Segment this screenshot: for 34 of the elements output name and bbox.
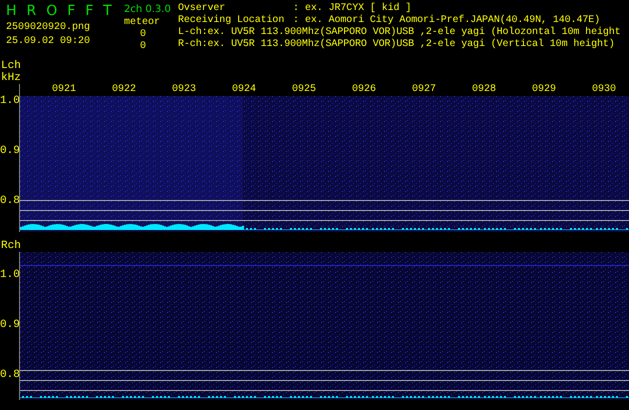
channel-label: Rch [1,240,22,252]
time-label: 0922 [110,84,137,96]
time-label: 0921 [50,84,77,96]
app-title: HROFFT [5,3,122,20]
time-label: 0926 [350,84,377,96]
time-label: 0923 [170,84,197,96]
time-label: 0929 [530,84,557,96]
meteor-count: 0 [139,41,148,53]
channel-info: L-ch:ex. UV5R 113.900Mhz(SAPPORO VOR)USB ,2-ele yagi (Holozontal 10m height [178,27,622,38]
axis-label: 0.9 [0,145,20,157]
channel-info: R-ch:ex. UV5R 113.900Mhz(SAPPORO VOR)USB ,2-ele yagi (Vertical 10m height) [178,39,616,51]
time-label: 0927 [410,84,437,96]
meteor-label: meteor [124,17,162,29]
axis-label: 1.0 [0,95,20,107]
time-label: 0925 [290,84,317,96]
time-label: 0928 [470,84,497,96]
channel-label: Lch [1,60,22,72]
separator: : [293,15,300,26]
unit-label: kHz [1,72,22,84]
meteor-count: 0 [139,29,148,41]
timestamp: 25.09.02 09:20 [5,36,92,48]
info-label: Receiving Location [178,15,286,26]
axis-label: 0.9 [0,319,20,331]
time-label: 0930 [590,84,617,96]
separator: : [293,3,300,15]
info-label: Ovserver [178,3,226,14]
file-name: 2509020920.png [5,22,92,34]
info-value: ex. JR7CYX [ kid ] [305,3,412,14]
time-label: 0924 [230,84,257,96]
version-label: 2ch 0.3.0 [124,3,172,17]
axis-label: 0.8 [0,195,20,207]
info-value: ex. Aomori City Aomori-Pref.JAPAN(40.49N, 140.47E) [305,15,600,26]
axis-label: 0.8 [0,369,20,381]
axis-label: 1.0 [0,269,20,281]
